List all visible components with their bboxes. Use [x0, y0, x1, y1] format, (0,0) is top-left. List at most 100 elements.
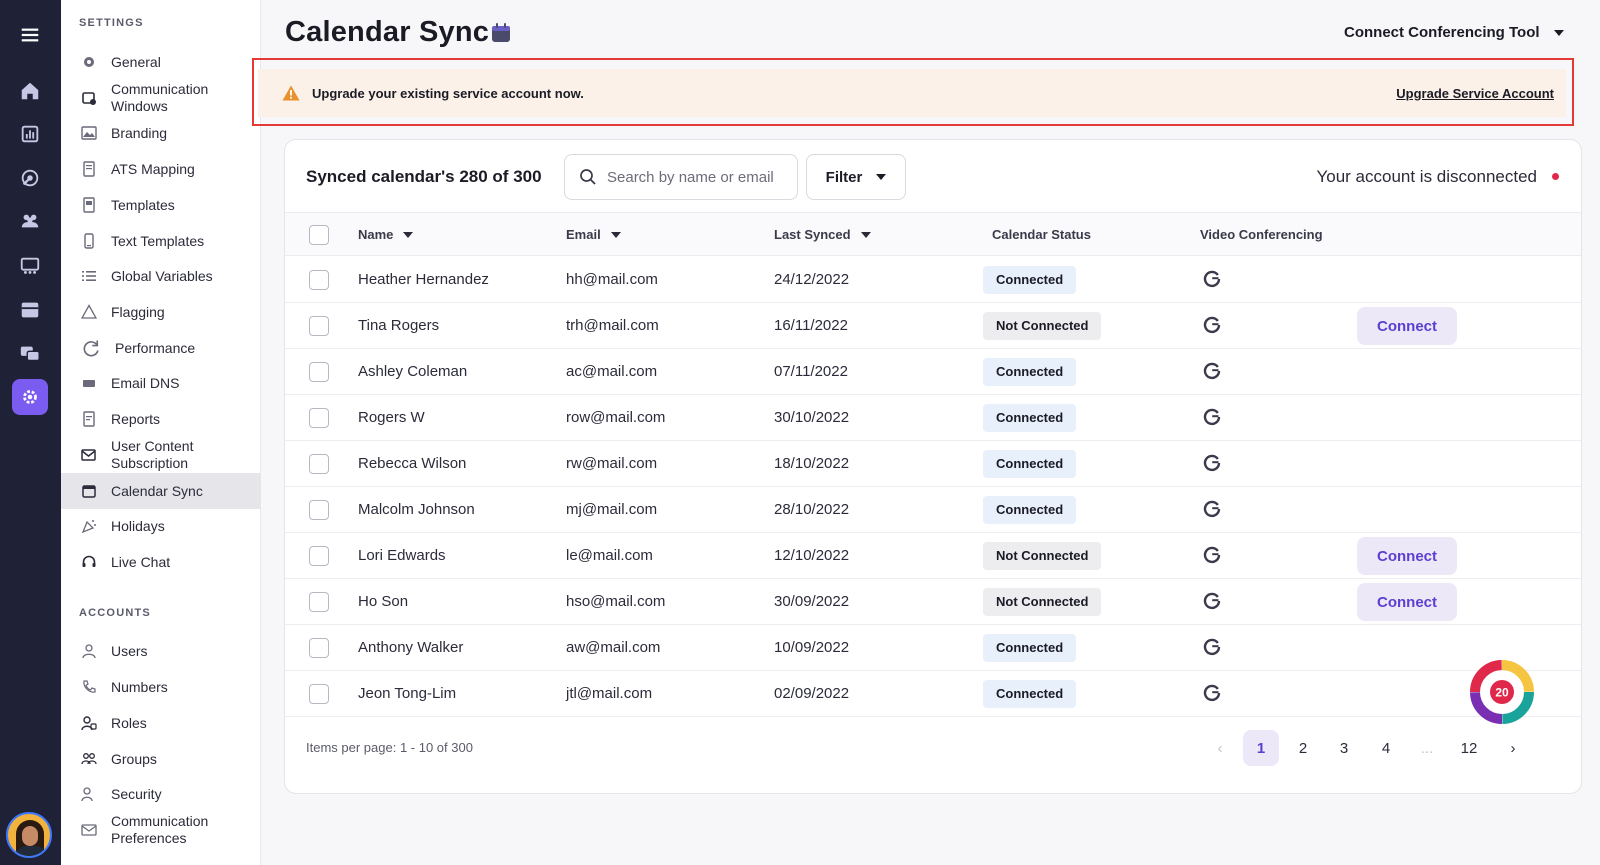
filter-button[interactable]: Filter [806, 154, 906, 200]
image-icon [79, 123, 99, 143]
row-email: trh@mail.com [566, 317, 659, 334]
sidebar-item-groups[interactable]: Groups [61, 748, 261, 770]
status-badge: Connected [983, 358, 1077, 386]
sort-icon[interactable] [860, 231, 871, 238]
row-checkbox[interactable] [309, 454, 329, 474]
select-all-checkbox[interactable] [309, 225, 329, 245]
warning-icon [79, 302, 99, 322]
caret-down-icon [876, 174, 887, 180]
calendar-icon [79, 481, 99, 501]
campaign-icon[interactable] [10, 160, 50, 196]
analytics-icon[interactable] [10, 116, 50, 152]
page-title: Calendar Sync [285, 16, 490, 48]
main-content: Calendar Sync Connect Conferencing Tool … [252, 0, 1600, 865]
row-name: Tina Rogers [358, 317, 440, 334]
page-button[interactable]: 4 [1368, 730, 1404, 766]
sidebar-item-roles[interactable]: Roles [61, 712, 261, 734]
row-email: hh@mail.com [566, 271, 658, 288]
row-checkbox[interactable] [309, 638, 329, 658]
app-rail [0, 0, 61, 865]
inbox-icon[interactable] [10, 292, 50, 328]
row-checkbox[interactable] [309, 546, 329, 566]
page-button[interactable]: 1 [1243, 730, 1279, 766]
row-email: row@mail.com [566, 409, 666, 426]
sidebar-item-user-content-subscription[interactable]: User Content Subscription [61, 437, 261, 473]
home-icon[interactable] [10, 73, 50, 109]
sidebar-item-reports[interactable]: Reports [61, 408, 261, 430]
row-email: aw@mail.com [566, 639, 661, 656]
column-video-conferencing: Video Conferencing [1200, 227, 1323, 242]
status-badge: Connected [983, 266, 1077, 294]
headset-icon [79, 552, 99, 572]
sort-icon[interactable] [610, 231, 621, 238]
search-icon [580, 169, 596, 185]
prev-page-icon[interactable]: ‹ [1202, 730, 1238, 766]
upgrade-service-account-link[interactable]: Upgrade Service Account [1396, 86, 1554, 101]
sidebar-item-holidays[interactable]: Holidays [61, 515, 261, 537]
row-checkbox[interactable] [309, 500, 329, 520]
page-button[interactable]: 3 [1326, 730, 1362, 766]
row-name: Rogers W [358, 409, 425, 426]
table-row: Lori Edwards le@mail.com 12/10/2022 Not Con… [285, 533, 1581, 579]
row-name: Anthony Walker [358, 639, 464, 656]
sidebar-item-branding[interactable]: Branding [61, 122, 261, 144]
notification-widget[interactable]: 20 [1469, 659, 1535, 725]
search-box[interactable] [564, 154, 798, 200]
google-icon [1203, 592, 1221, 610]
sidebar-item-email-dns[interactable]: Email DNS [61, 372, 261, 394]
people-icon[interactable] [10, 203, 50, 239]
connect-button[interactable]: Connect [1357, 307, 1457, 345]
sidebar-item-users[interactable]: Users [61, 640, 261, 662]
sidebar-item-communication-preferences[interactable]: Communication Preferences [61, 812, 261, 848]
sort-icon[interactable] [403, 231, 414, 238]
table-header: Name Email Last Synced Calendar Status V… [285, 212, 1581, 256]
sidebar-item-numbers[interactable]: Numbers [61, 676, 261, 698]
row-last-synced: 18/10/2022 [774, 455, 850, 472]
column-last-synced[interactable]: Last Synced [774, 227, 871, 242]
sidebar-item-security[interactable]: Security [61, 783, 261, 805]
sidebar-item-ats-mapping[interactable]: ATS Mapping [61, 158, 261, 180]
table-row: Ashley Coleman ac@mail.com 07/11/2022 Conne… [285, 349, 1581, 395]
google-icon [1203, 316, 1221, 334]
sidebar-item-flagging[interactable]: Flagging [61, 301, 261, 323]
connect-button[interactable]: Connect [1357, 537, 1457, 575]
sidebar-item-communication-windows[interactable]: Communication Windows [61, 80, 261, 116]
phone-call-icon [79, 677, 99, 697]
sidebar-item-calendar-sync[interactable]: Calendar Sync [61, 473, 261, 509]
table-row: Anthony Walker aw@mail.com 10/09/2022 Conne… [285, 625, 1581, 671]
row-email: mj@mail.com [566, 501, 658, 518]
sidebar-item-text-templates[interactable]: Text Templates [61, 230, 261, 252]
sidebar-item-general[interactable]: General [61, 51, 261, 73]
row-checkbox[interactable] [309, 592, 329, 612]
menu-icon[interactable] [10, 17, 50, 53]
sidebar-item-global-variables[interactable]: Global Variables [61, 265, 261, 287]
column-email[interactable]: Email [566, 227, 621, 242]
account-status: Your account is disconnected [1316, 167, 1537, 186]
sidebar-item-live-chat[interactable]: Live Chat [61, 551, 261, 573]
search-input[interactable] [607, 168, 787, 186]
google-icon [1203, 684, 1221, 702]
row-checkbox[interactable] [309, 316, 329, 336]
sidebar-item-performance[interactable]: Performance [61, 337, 261, 359]
connect-button[interactable]: Connect [1357, 583, 1457, 621]
page-button[interactable]: 2 [1285, 730, 1321, 766]
board-icon[interactable] [10, 248, 50, 284]
column-name[interactable]: Name [358, 227, 414, 242]
row-checkbox[interactable] [309, 270, 329, 290]
next-page-icon[interactable]: › [1495, 730, 1531, 766]
status-badge: Not Connected [983, 312, 1102, 340]
row-email: le@mail.com [566, 547, 653, 564]
settings-icon[interactable] [12, 379, 48, 415]
row-checkbox[interactable] [309, 408, 329, 428]
list-icon [79, 266, 99, 286]
avatar[interactable] [6, 812, 52, 858]
page-button[interactable]: 12 [1451, 730, 1487, 766]
status-badge: Connected [983, 680, 1077, 708]
row-checkbox[interactable] [309, 362, 329, 382]
warning-icon [282, 85, 300, 101]
row-checkbox[interactable] [309, 684, 329, 704]
chat-icon[interactable] [10, 336, 50, 372]
phone-icon [79, 231, 99, 251]
sidebar-item-templates[interactable]: Templates [61, 194, 261, 216]
conferencing-tool-dropdown[interactable]: Connect Conferencing Tool [1344, 24, 1564, 41]
